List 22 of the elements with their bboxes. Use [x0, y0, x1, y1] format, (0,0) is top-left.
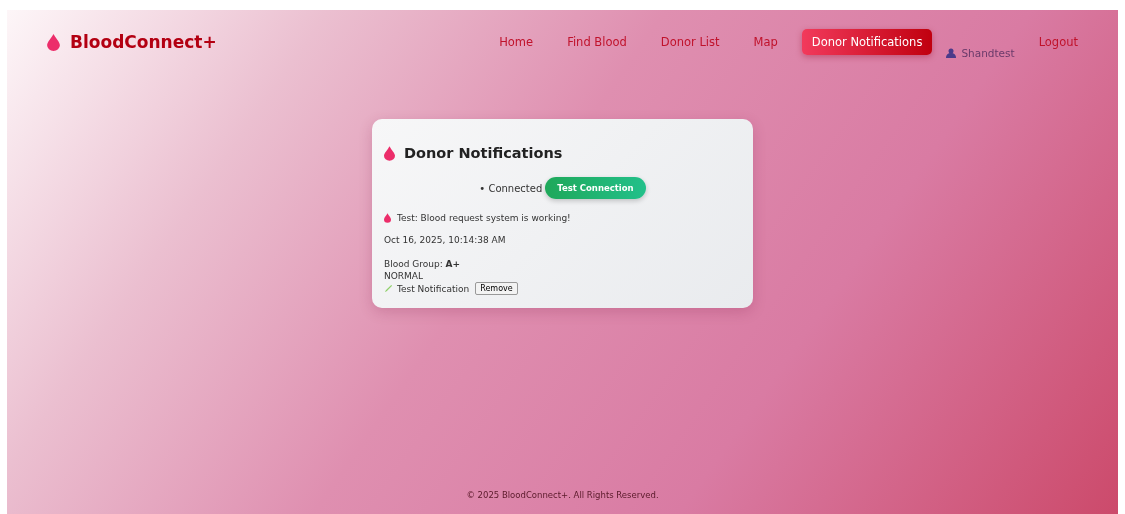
blood-drop-icon — [384, 213, 391, 223]
notification-type: Test Notification — [397, 282, 470, 295]
connection-status: • Connected — [479, 182, 543, 194]
nav-link[interactable]: Home — [489, 29, 544, 55]
nav-link[interactable]: Donor Notifications — [801, 29, 933, 55]
nav-link[interactable]: Donor List — [650, 29, 730, 55]
urgency-level: NORMAL — [384, 270, 424, 282]
card-title-text: Donor Notifications — [404, 145, 563, 161]
blood-drop-icon — [47, 33, 60, 51]
nav-link[interactable]: Find Blood — [557, 29, 637, 55]
blood-drop-icon — [384, 145, 395, 161]
notification-message: Test: Blood request system is working! — [397, 213, 571, 223]
remove-button[interactable]: Remove — [475, 282, 518, 295]
nav-link[interactable]: Map — [743, 29, 788, 55]
notification-time: Oct 16, 2025, 10:14:38 AM — [384, 235, 507, 245]
copyright-text: © 2025 BloodConnect+. All Rights Reserved. — [466, 490, 659, 500]
brand-name: BloodConnect+ — [70, 32, 217, 52]
logout-link[interactable]: Logout — [1028, 29, 1088, 55]
test-connection-button[interactable]: Test Connection — [545, 177, 646, 199]
user-name: Shandtest — [961, 47, 1015, 59]
blood-group: Blood Group: A+ — [384, 258, 741, 270]
user-icon — [946, 48, 957, 58]
